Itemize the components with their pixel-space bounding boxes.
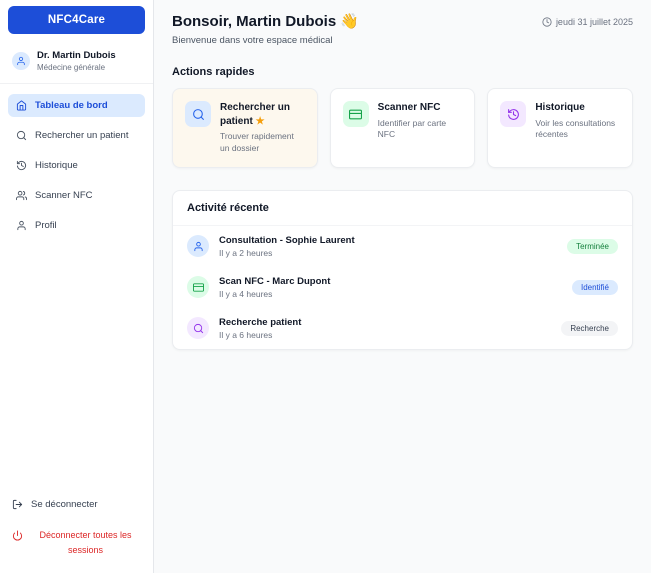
sidebar-item-history[interactable]: Historique xyxy=(8,154,145,177)
home-icon xyxy=(16,100,27,111)
history-icon xyxy=(16,160,27,171)
quick-actions-grid: Rechercher un patient ★ Trouver rapideme… xyxy=(172,88,633,168)
sidebar-item-scanner-nfc[interactable]: Scanner NFC xyxy=(8,184,145,207)
search-icon xyxy=(16,130,27,141)
card-title: Historique xyxy=(535,102,585,113)
power-icon xyxy=(12,528,23,541)
activity-title: Recherche patient xyxy=(219,316,302,328)
sidebar-nav: Tableau de bord Rechercher un patient Hi… xyxy=(0,84,153,247)
card-subtitle: Voir les consultations récentes xyxy=(535,117,616,140)
user-icon xyxy=(16,220,27,231)
activity-time: Il y a 6 heures xyxy=(219,329,273,340)
date-display: jeudi 31 juillet 2025 xyxy=(542,17,633,27)
clock-icon xyxy=(542,17,552,27)
users-icon xyxy=(16,190,27,201)
main-header: Bonsoir, Martin Dubois 👋 Bienvenue dans … xyxy=(172,12,633,46)
quick-action-history[interactable]: Historique Voir les consultations récent… xyxy=(487,88,633,168)
logout-button[interactable]: Se déconnecter xyxy=(12,493,141,516)
card-title: Rechercher un patient ★ xyxy=(220,102,291,127)
date-text: jeudi 31 juillet 2025 xyxy=(555,17,633,27)
star-icon: ★ xyxy=(255,115,265,127)
nav-label: Profil xyxy=(35,220,57,231)
recent-activity-panel: Activité récente Consultation - Sophie L… xyxy=(172,189,633,350)
recent-activity-title: Activité récente xyxy=(173,191,632,226)
user-avatar-icon xyxy=(12,52,30,70)
sidebar-item-profile[interactable]: Profil xyxy=(8,214,145,237)
nav-label: Tableau de bord xyxy=(35,100,108,111)
sidebar-user-card: Dr. Martin Dubois Médecine générale xyxy=(0,42,153,84)
logout-label: Se déconnecter xyxy=(31,499,98,511)
user-icon xyxy=(187,235,209,258)
user-name: Dr. Martin Dubois xyxy=(37,50,116,61)
main-content: Bonsoir, Martin Dubois 👋 Bienvenue dans … xyxy=(154,0,651,573)
brand-logo: NFC4Care xyxy=(8,6,145,34)
page-title: Bonsoir, Martin Dubois 👋 xyxy=(172,13,360,30)
nav-label: Scanner NFC xyxy=(35,190,93,201)
logout-all-sessions-button[interactable]: Déconnecter toutes les sessions xyxy=(12,528,141,557)
logout-icon xyxy=(12,499,23,510)
sidebar-bottom: Se déconnecter Déconnecter toutes les se… xyxy=(0,483,153,573)
search-icon xyxy=(185,101,211,127)
activity-title: Consultation - Sophie Laurent xyxy=(219,234,355,246)
status-badge: Identifié xyxy=(571,279,618,295)
sidebar-item-search-patient[interactable]: Rechercher un patient xyxy=(8,124,145,147)
nav-label: Rechercher un patient xyxy=(35,130,129,141)
activity-time: Il y a 4 heures xyxy=(219,288,273,299)
card-title: Scanner NFC xyxy=(377,102,441,113)
logout-all-label: Déconnecter toutes les sessions xyxy=(39,530,132,555)
sidebar: NFC4Care Dr. Martin Dubois Médecine géné… xyxy=(0,0,154,573)
status-badge: Recherche xyxy=(561,320,618,336)
search-icon xyxy=(187,317,209,340)
history-icon xyxy=(500,101,527,127)
app-window: NFC4Care Dr. Martin Dubois Médecine géné… xyxy=(0,0,651,573)
quick-actions-title: Actions rapides xyxy=(172,66,255,78)
activity-time: Il y a 2 heures xyxy=(219,247,273,258)
status-badge: Terminée xyxy=(567,238,618,254)
nfc-card-icon xyxy=(342,101,369,127)
activity-item-search[interactable]: Recherche patient Il y a 6 heures Recher… xyxy=(173,308,632,349)
activity-item-scan-nfc[interactable]: Scan NFC - Marc Dupont Il y a 4 heures I… xyxy=(173,267,632,308)
page-subtitle: Bienvenue dans votre espace médical xyxy=(172,35,333,46)
user-role: Médecine générale xyxy=(37,63,106,72)
sidebar-item-dashboard[interactable]: Tableau de bord xyxy=(8,94,145,117)
quick-action-search-patient[interactable]: Rechercher un patient ★ Trouver rapideme… xyxy=(172,88,318,168)
activity-item-consultation[interactable]: Consultation - Sophie Laurent Il y a 2 h… xyxy=(173,226,632,267)
quick-action-scanner-nfc[interactable]: Scanner NFC Identifier par carte NFC xyxy=(329,88,476,168)
nfc-card-icon xyxy=(187,276,209,299)
activity-title: Scan NFC - Marc Dupont xyxy=(219,275,331,287)
wave-emoji: 👋 xyxy=(340,13,360,30)
nav-label: Historique xyxy=(35,160,78,171)
card-subtitle: Trouver rapidement un dossier xyxy=(220,131,294,153)
card-subtitle: Identifier par carte NFC xyxy=(377,117,447,140)
